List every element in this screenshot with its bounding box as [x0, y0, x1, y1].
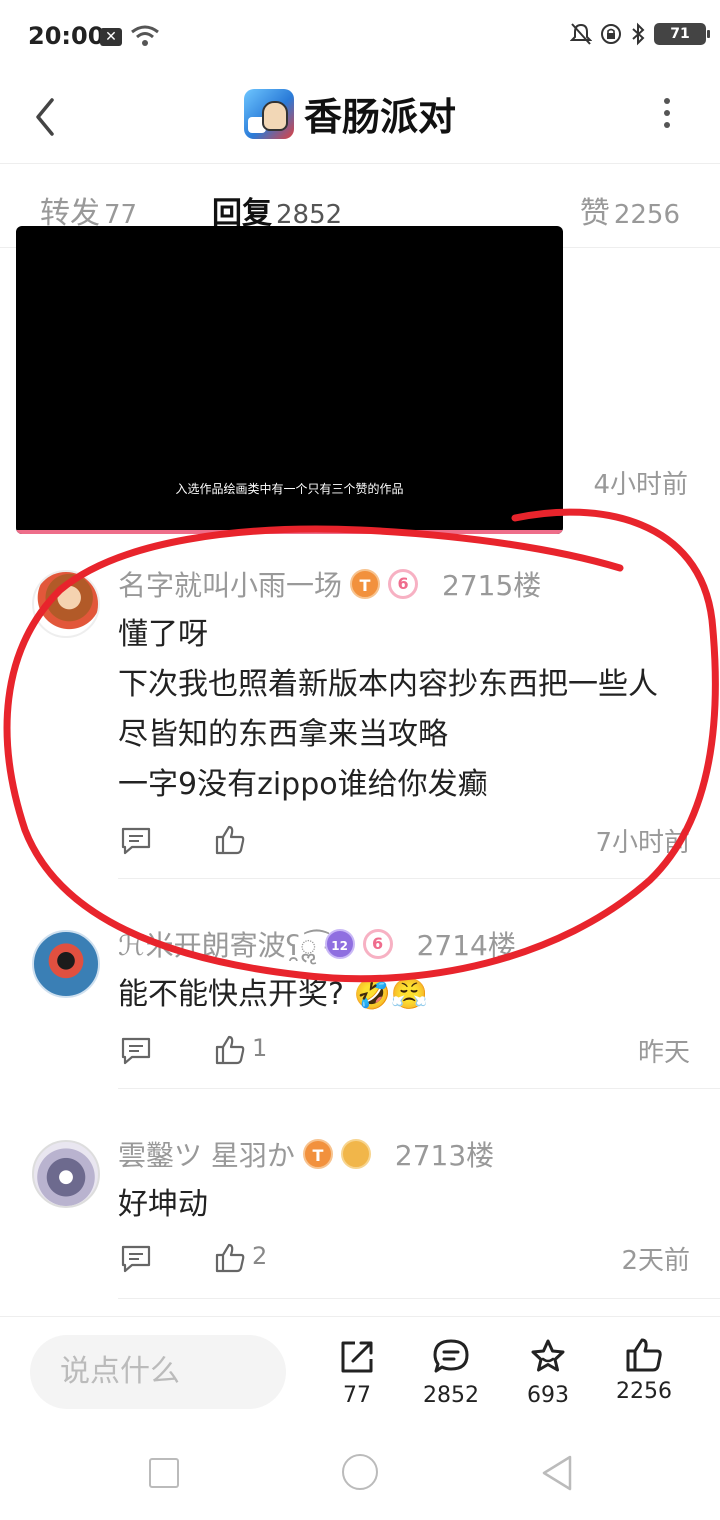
share-count: 77	[343, 1383, 371, 1408]
divider	[118, 1088, 720, 1089]
favorite-button[interactable]: 693	[503, 1337, 593, 1408]
bluetooth-icon	[632, 22, 645, 46]
app-icon	[244, 88, 294, 139]
like-button[interactable]: 2256	[599, 1337, 689, 1404]
comment-line: 懂了呀	[118, 617, 208, 652]
like-count: 1	[252, 1034, 268, 1062]
floor-number: 2715楼	[442, 569, 542, 602]
like-icon[interactable]	[214, 1034, 246, 1066]
comment-actions: 1 昨天	[118, 1032, 690, 1072]
recents-button[interactable]	[149, 1458, 179, 1488]
divider	[118, 1298, 720, 1299]
floor-number: 2713楼	[394, 1139, 495, 1172]
reply-icon[interactable]	[120, 1244, 152, 1274]
comment-text: 懂了呀 下次我也照着新版本内容抄东西把一些人 尽皆知的东西拿来当攻略 一字9没有…	[118, 610, 658, 810]
tab-like-count: 2256	[613, 200, 680, 230]
like-icon[interactable]	[214, 1242, 246, 1274]
comment-count: 2852	[423, 1383, 479, 1408]
system-navigation-bar	[0, 1428, 720, 1520]
level-badge-icon: T	[302, 1139, 333, 1169]
level-badge-icon: T	[350, 569, 381, 599]
divider	[118, 878, 720, 879]
comment-icon	[433, 1339, 469, 1373]
username[interactable]: 名字就叫小雨一场	[118, 564, 342, 604]
share-button[interactable]: 77	[312, 1337, 402, 1408]
comment-text: 好坤动	[118, 1180, 208, 1230]
comment-time: 2天前	[621, 1246, 690, 1276]
comment-line: 尽皆知的东西拿来当攻略	[118, 717, 448, 752]
comment-item: 名字就叫小雨一场 T 6 2715楼 懂了呀 下次我也照着新版本内容抄东西把一些…	[0, 560, 720, 880]
gem-badge-icon: 12	[324, 929, 355, 959]
username[interactable]: 雲鑿ツ 星羽か	[118, 1134, 295, 1174]
comment-text: 能不能快点开奖? 🤣😤	[118, 970, 428, 1020]
battery-indicator: 71	[654, 23, 710, 45]
comment-line: 能不能快点开奖? 🤣😤	[118, 977, 429, 1012]
like-count: 2	[252, 1242, 268, 1270]
reply-icon[interactable]	[120, 1036, 152, 1066]
comment-actions: 2 2天前	[118, 1240, 690, 1280]
clock: 20:00	[28, 22, 105, 50]
like-total: 2256	[616, 1379, 672, 1404]
avatar[interactable]	[32, 570, 100, 638]
system-back-button[interactable]	[540, 1454, 574, 1492]
comment-actions: 7小时前	[118, 822, 690, 862]
page-title: 香肠派对	[304, 95, 457, 139]
video-progress-bar[interactable]	[16, 530, 563, 534]
video-caption: 入选作品绘画类中有一个只有三个赞的作品	[175, 482, 404, 496]
thumbs-up-icon	[626, 1338, 662, 1372]
like-icon[interactable]	[214, 824, 246, 856]
reply-icon[interactable]	[120, 826, 152, 856]
star-icon	[531, 1339, 565, 1372]
share-icon	[341, 1341, 373, 1373]
home-button[interactable]	[342, 1454, 378, 1490]
comment-button[interactable]: 2852	[406, 1337, 496, 1408]
comment-time: 7小时前	[595, 828, 690, 858]
tab-like[interactable]: 赞 2256	[580, 188, 680, 232]
comment-header: 雲鑿ツ 星羽か T 2713楼	[118, 1134, 494, 1174]
previous-comment-time: 4小时前	[593, 470, 688, 500]
favorite-count: 693	[527, 1383, 569, 1408]
more-icon[interactable]	[664, 98, 672, 128]
username[interactable]: ℋ米开朗寄波ʕ̯ॢּ͡	[118, 924, 317, 964]
tab-like-label: 赞	[579, 196, 610, 231]
comment-item: ℋ米开朗寄波ʕ̯ॢּ͡ 12 6 2714楼 能不能快点开奖? 🤣😤 1 昨天	[0, 920, 720, 1090]
lock-rotation-icon	[601, 24, 621, 44]
title-group: 香肠派对	[244, 86, 456, 141]
wifi-icon	[131, 25, 159, 46]
floor-number: 2714楼	[416, 929, 516, 962]
comment-header: ℋ米开朗寄波ʕ̯ॢּ͡ 12 6 2714楼	[118, 924, 516, 964]
status-bar: 20:00 ✕ 71	[0, 0, 720, 74]
top-header: 香肠派对	[0, 74, 720, 164]
rank-badge-icon: 6	[388, 569, 419, 599]
bottom-action-bar: 说点什么 77 2852 693 2256	[0, 1316, 720, 1428]
floating-video-player[interactable]: 入选作品绘画类中有一个只有三个赞的作品	[16, 226, 563, 534]
notification-icon: ✕	[100, 28, 122, 46]
comment-line: 一字9没有zippo谁给你发癫	[118, 767, 488, 802]
comment-item: 雲鑿ツ 星羽か T 2713楼 好坤动 2 2天前	[0, 1130, 720, 1300]
comment-input[interactable]: 说点什么	[30, 1335, 286, 1409]
avatar[interactable]	[32, 1140, 100, 1208]
comment-time: 昨天	[637, 1038, 690, 1068]
comment-line: 好坤动	[118, 1187, 208, 1222]
avatar[interactable]	[32, 930, 100, 998]
mute-bell-icon	[570, 23, 592, 45]
cat-badge-icon	[340, 1139, 371, 1169]
comment-line: 下次我也照着新版本内容抄东西把一些人	[118, 667, 658, 702]
back-button[interactable]	[30, 90, 60, 144]
comment-header: 名字就叫小雨一场 T 6 2715楼	[118, 564, 541, 604]
rank-badge-icon: 6	[362, 929, 393, 959]
